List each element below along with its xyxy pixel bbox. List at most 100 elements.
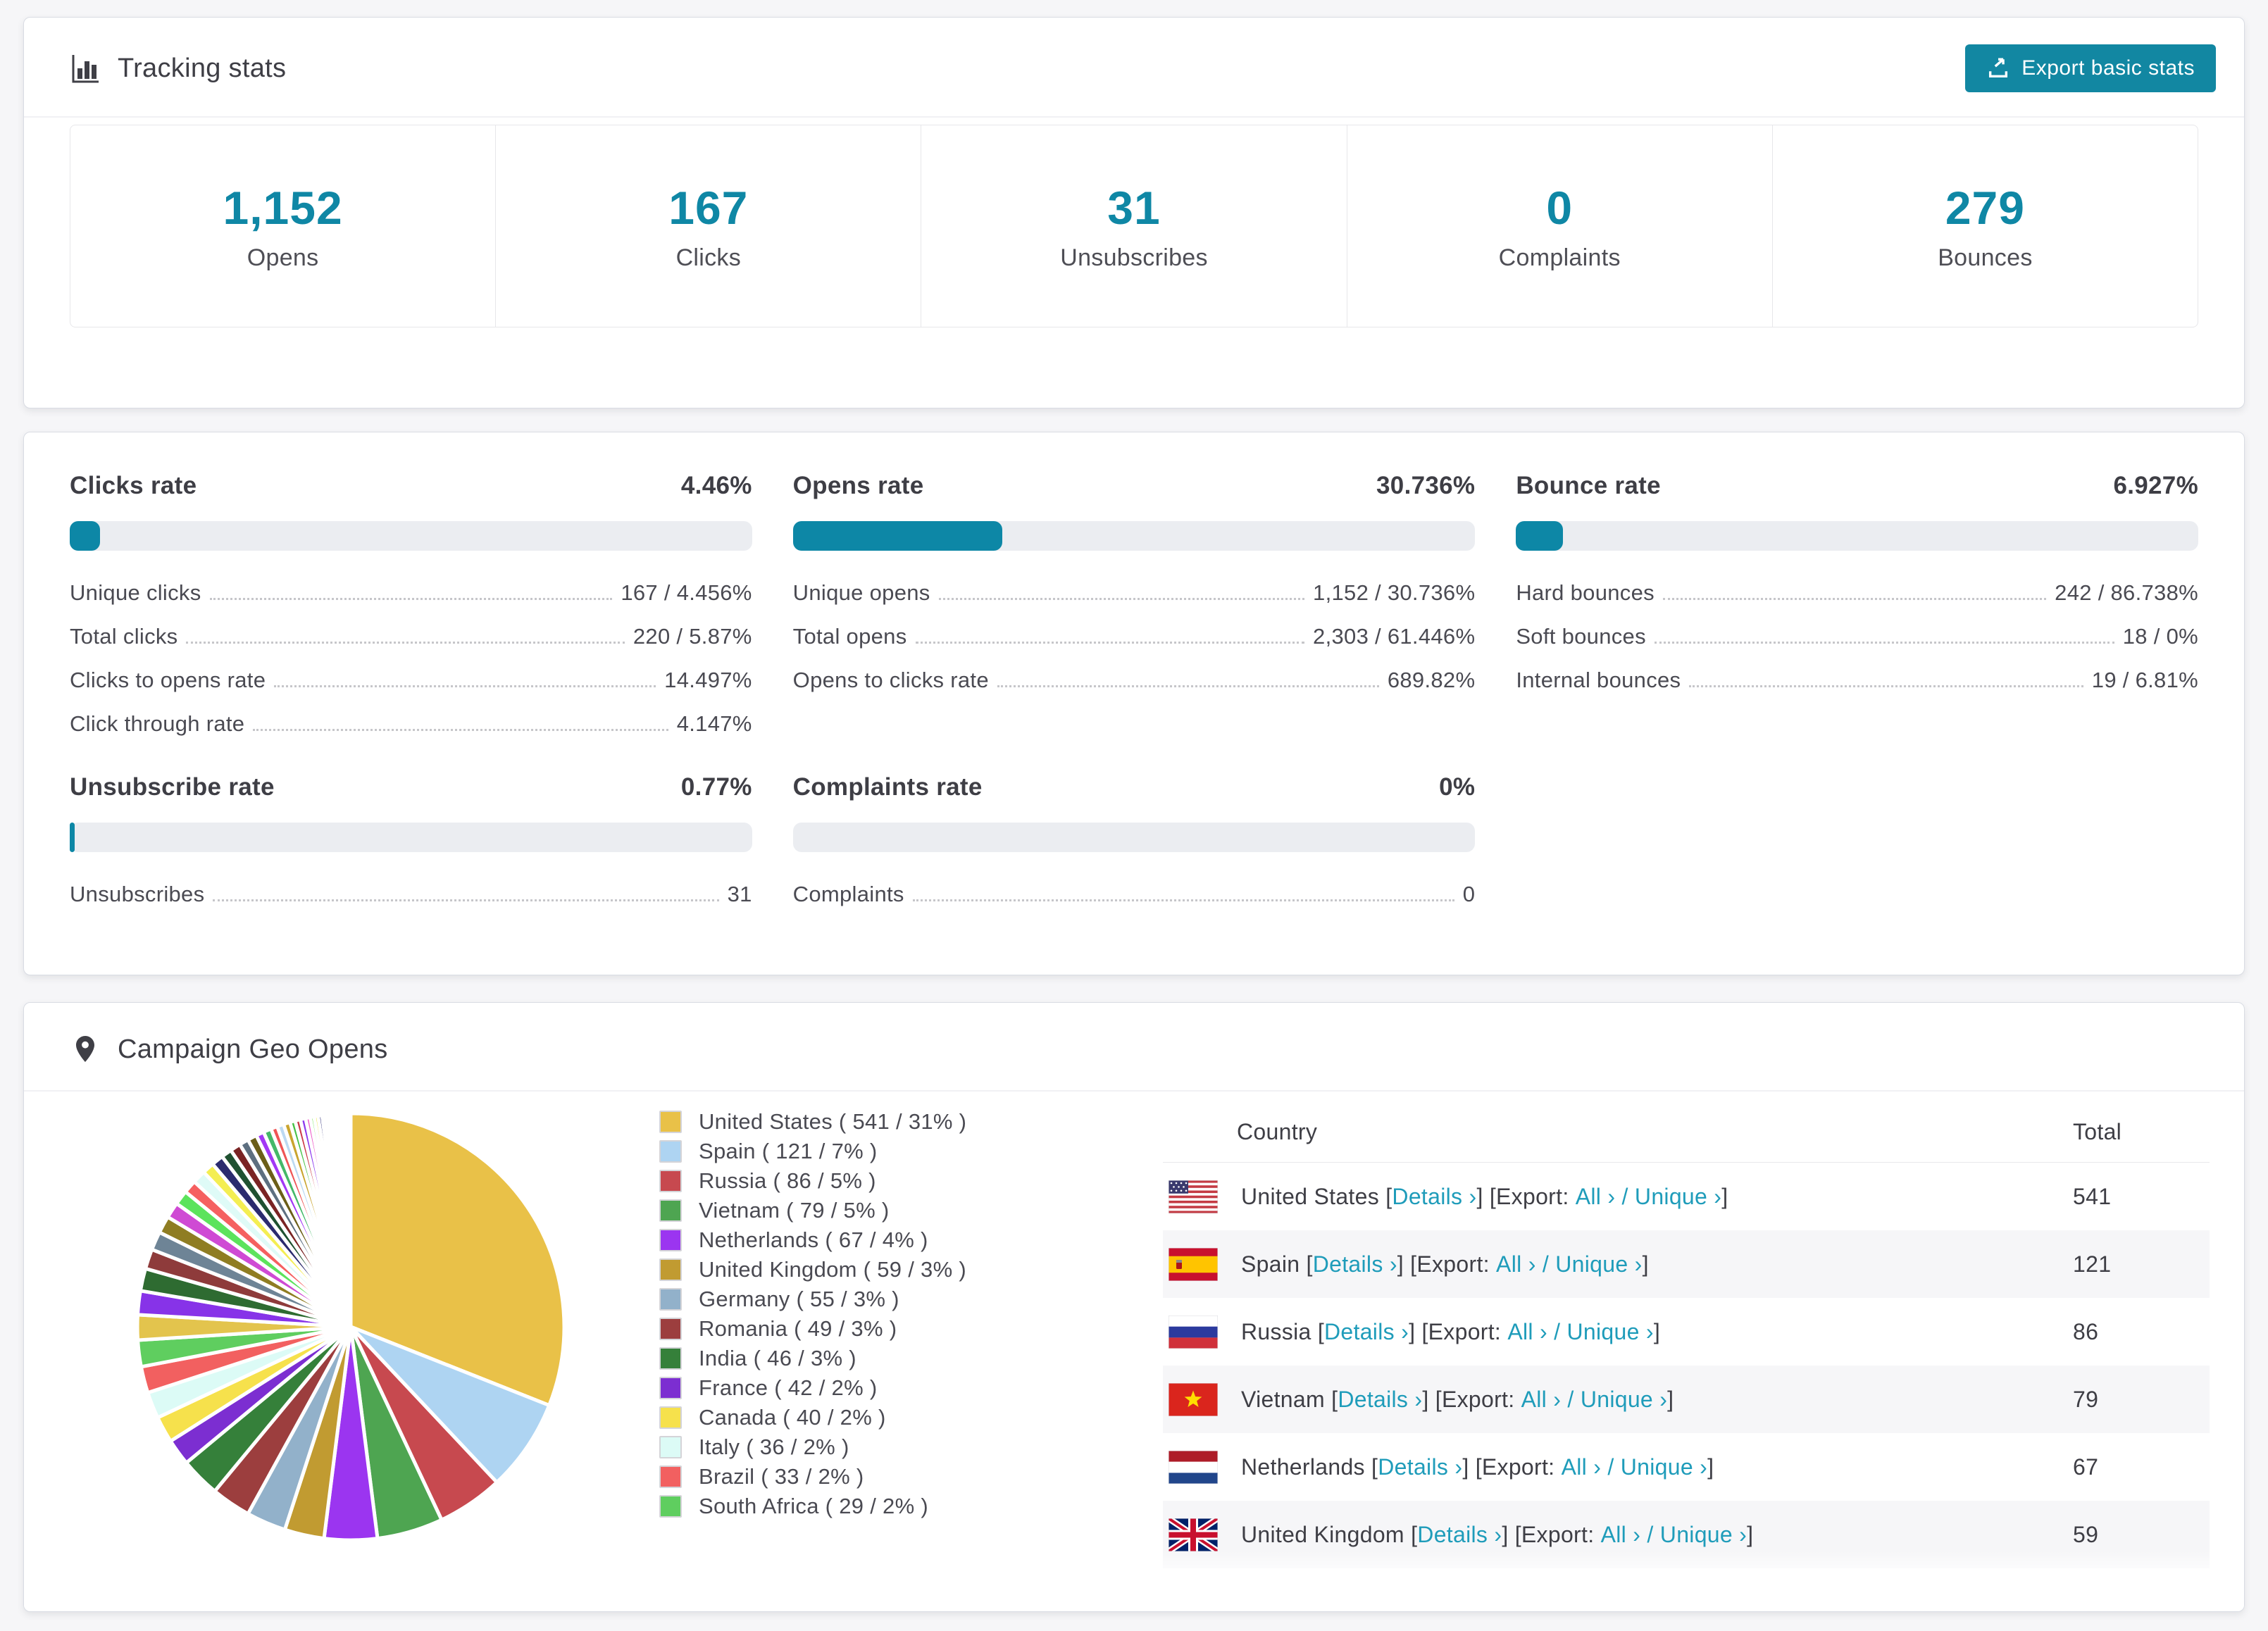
metric-row: Internal bounces 19 / 6.81%: [1516, 668, 2198, 693]
legend-label: Canada ( 40 / 2% ): [699, 1405, 886, 1430]
rate-progress: [1516, 521, 2198, 551]
legend-swatch: [659, 1258, 682, 1281]
rate-block: Bounce rate 6.927% Hard bounces 242 / 86…: [1516, 472, 2198, 737]
country-cell: Vietnam [ Details › ] [Export: All › / U…: [1169, 1382, 2073, 1416]
legend-label: South Africa ( 29 / 2% ): [699, 1494, 928, 1518]
rates-grid: Clicks rate 4.46% Unique clicks 167 / 4.…: [70, 472, 2198, 907]
export-all-link[interactable]: All ›: [1507, 1319, 1547, 1345]
table-row: United Kingdom [ Details › ] [Export: Al…: [1163, 1501, 2210, 1568]
row-total: 121: [2073, 1251, 2112, 1277]
export-unique-link[interactable]: Unique ›: [1567, 1319, 1654, 1345]
export-icon: [1989, 58, 2008, 78]
stat-value: 167: [668, 181, 749, 234]
table-row: Spain [ Details › ] [Export: All › / Uni…: [1163, 1230, 2210, 1298]
legend-swatch: [659, 1318, 682, 1340]
country-flag: [1169, 1585, 1218, 1611]
metric-label: Click through rate: [70, 711, 245, 736]
details-link[interactable]: Details ›: [1417, 1522, 1502, 1548]
export-unique-link[interactable]: Unique ›: [1635, 1184, 1721, 1210]
export-unique-link[interactable]: Unique ›: [1660, 1522, 1747, 1548]
legend-item[interactable]: Netherlands ( 67 / 4% ): [659, 1227, 966, 1252]
rate-progress: [70, 521, 752, 551]
legend-item[interactable]: Brazil ( 33 / 2% ): [659, 1464, 966, 1489]
details-link[interactable]: Details ›: [1338, 1387, 1422, 1413]
row-total: 59: [2073, 1521, 2099, 1547]
legend-item[interactable]: Romania ( 49 / 3% ): [659, 1316, 966, 1341]
table-row: Germany [ Details › ] [Export: All › / U…: [1163, 1568, 2210, 1612]
bar-chart-icon: [70, 53, 101, 84]
export-basic-stats-button[interactable]: Export basic stats: [1965, 44, 2216, 92]
legend-item[interactable]: United States ( 541 / 31% ): [659, 1109, 966, 1134]
legend-item[interactable]: United Kingdom ( 59 / 3% ): [659, 1257, 966, 1282]
legend-item[interactable]: Canada ( 40 / 2% ): [659, 1405, 966, 1430]
legend-item[interactable]: Vietnam ( 79 / 5% ): [659, 1198, 966, 1223]
geo-table: Country Total United States [ Details › …: [1163, 1101, 2210, 1612]
details-link[interactable]: Details ›: [1392, 1184, 1476, 1210]
geo-card: Campaign Geo Opens United States ( 541 /…: [23, 1002, 2245, 1612]
stat-label: Unsubscribes: [1060, 244, 1208, 271]
geo-header: Campaign Geo Opens: [24, 1003, 2244, 1092]
rate-value: 30.736%: [1376, 472, 1476, 499]
export-all-link[interactable]: All ›: [1531, 1589, 1571, 1612]
export-all-link[interactable]: All ›: [1576, 1184, 1616, 1210]
legend-item[interactable]: South Africa ( 29 / 2% ): [659, 1494, 966, 1518]
metric-value: 0: [1462, 882, 1476, 906]
export-unique-link[interactable]: Unique ›: [1581, 1387, 1667, 1413]
rate-title: Opens rate: [792, 472, 924, 499]
legend-item[interactable]: Russia ( 86 / 5% ): [659, 1168, 966, 1193]
metric-row: Unsubscribes 31: [70, 882, 752, 907]
metric-leader: [915, 642, 1305, 644]
rate-block: Complaints rate 0% Complaints 0: [792, 773, 1476, 907]
page-title: Tracking stats: [118, 53, 287, 83]
table-row: Russia [ Details › ] [Export: All › / Un…: [1163, 1298, 2210, 1366]
table-row: Netherlands [ Details › ] [Export: All ›…: [1163, 1433, 2210, 1501]
export-unique-link[interactable]: Unique ›: [1591, 1589, 1678, 1612]
legend-label: Netherlands ( 67 / 4% ): [699, 1227, 928, 1252]
rate-progress: [792, 823, 1476, 852]
metric-leader: [1662, 598, 2047, 600]
stat-value: 31: [1107, 181, 1161, 234]
country-name: Russia: [1241, 1318, 1311, 1344]
metric-row: Click through rate 4.147%: [70, 711, 752, 737]
details-link[interactable]: Details ›: [1348, 1589, 1433, 1612]
stat-label: Complaints: [1498, 244, 1621, 271]
export-unique-link[interactable]: Unique ›: [1621, 1454, 1707, 1480]
metric-leader: [1654, 642, 2114, 644]
summary-stat-cell: 0 Complaints: [1346, 125, 1772, 327]
legend-swatch: [659, 1111, 682, 1133]
details-link[interactable]: Details ›: [1378, 1454, 1462, 1480]
rate-value: 6.927%: [2113, 472, 2198, 499]
legend-item[interactable]: Italy ( 36 / 2% ): [659, 1435, 966, 1459]
legend-item[interactable]: France ( 42 / 2% ): [659, 1375, 966, 1400]
legend-item[interactable]: Spain ( 121 / 7% ): [659, 1139, 966, 1163]
export-all-link[interactable]: All ›: [1562, 1454, 1602, 1480]
metric-label: Opens to clicks rate: [792, 668, 989, 692]
legend-swatch: [659, 1140, 682, 1163]
row-total: 541: [2073, 1183, 2112, 1209]
rate-progress: [70, 823, 752, 852]
legend-item[interactable]: India ( 46 / 3% ): [659, 1346, 966, 1370]
export-all-link[interactable]: All ›: [1521, 1387, 1562, 1413]
legend-label: India ( 46 / 3% ): [699, 1346, 856, 1370]
export-unique-link[interactable]: Unique ›: [1555, 1251, 1642, 1277]
rate-title: Unsubscribe rate: [70, 773, 275, 801]
row-total: 86: [2073, 1318, 2099, 1344]
export-all-link[interactable]: All ›: [1601, 1522, 1641, 1548]
export-all-link[interactable]: All ›: [1496, 1251, 1536, 1277]
geo-pie-chart: [125, 1101, 576, 1552]
metric-value: 4.147%: [676, 711, 752, 736]
metric-label: Soft bounces: [1516, 624, 1646, 649]
legend-item[interactable]: Germany ( 55 / 3% ): [659, 1287, 966, 1311]
details-link[interactable]: Details ›: [1324, 1319, 1409, 1345]
column-header-total: Total: [2073, 1118, 2122, 1144]
rates-card: Clicks rate 4.46% Unique clicks 167 / 4.…: [23, 432, 2245, 975]
legend-swatch: [659, 1199, 682, 1222]
rate-metrics: Unique clicks 167 / 4.456% Total clicks …: [70, 580, 752, 737]
row-total: 79: [2073, 1386, 2099, 1412]
rate-block: Unsubscribe rate 0.77% Unsubscribes 31: [70, 773, 752, 907]
details-link[interactable]: Details ›: [1313, 1251, 1397, 1277]
rate-value: 0.77%: [680, 773, 752, 801]
metric-row: Opens to clicks rate 689.82%: [793, 668, 1476, 693]
metric-value: 1,152 / 30.736%: [1313, 580, 1476, 605]
tracking-stats-title: Tracking stats: [70, 53, 286, 84]
